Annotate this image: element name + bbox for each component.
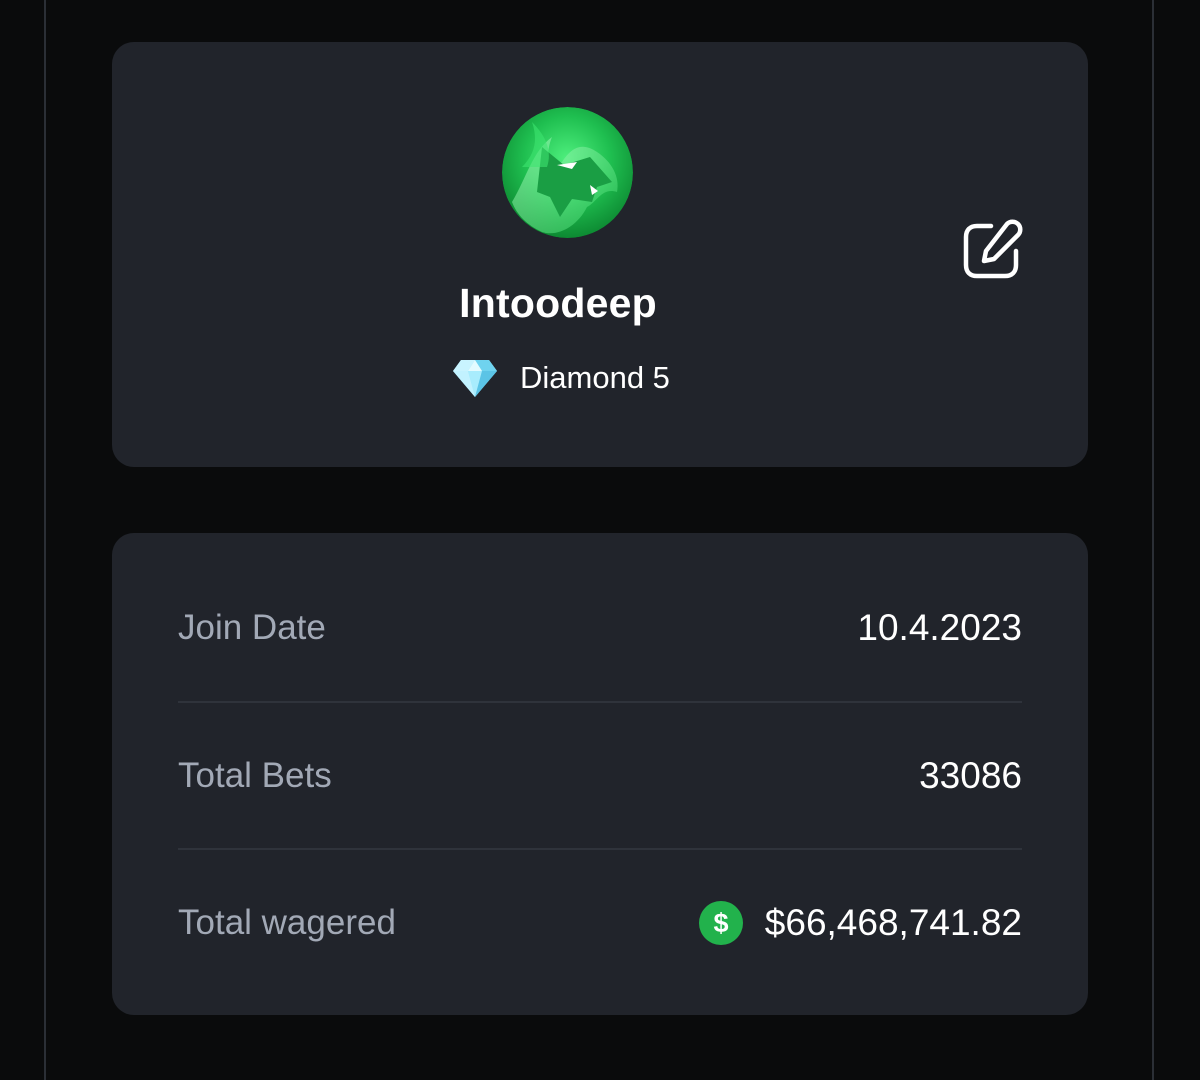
diamond-icon bbox=[453, 360, 497, 397]
edit-icon bbox=[963, 219, 1023, 279]
stats-card: Join Date 10.4.2023 Total Bets 33086 Tot… bbox=[112, 533, 1088, 1015]
stat-row-total-bets: Total Bets 33086 bbox=[178, 701, 1022, 848]
stat-value: $ $66,468,741.82 bbox=[698, 900, 1022, 945]
stat-row-total-wagered: Total wagered $ $66,468,741.82 bbox=[178, 848, 1022, 995]
join-date-value: 10.4.2023 bbox=[857, 606, 1022, 648]
stat-label: Join Date bbox=[178, 607, 326, 647]
total-bets-value: 33086 bbox=[919, 754, 1022, 796]
stat-label: Total wagered bbox=[178, 902, 396, 942]
stat-value: 33086 bbox=[919, 755, 1022, 797]
profile-card: Intoodeep Diamond 5 bbox=[112, 42, 1088, 467]
stat-row-join-date: Join Date 10.4.2023 bbox=[178, 554, 1022, 701]
total-wagered-value: $66,468,741.82 bbox=[764, 901, 1022, 943]
dollar-coin-icon: $ bbox=[698, 900, 743, 945]
rank-badge: Diamond 5 bbox=[452, 354, 670, 402]
edit-profile-button[interactable] bbox=[958, 218, 1024, 284]
rank-label: Diamond 5 bbox=[520, 360, 670, 395]
username: Intoodeep bbox=[459, 280, 657, 326]
stat-label: Total Bets bbox=[178, 755, 332, 795]
avatar[interactable] bbox=[502, 107, 633, 238]
svg-text:$: $ bbox=[713, 908, 728, 938]
stat-value: 10.4.2023 bbox=[857, 607, 1022, 649]
